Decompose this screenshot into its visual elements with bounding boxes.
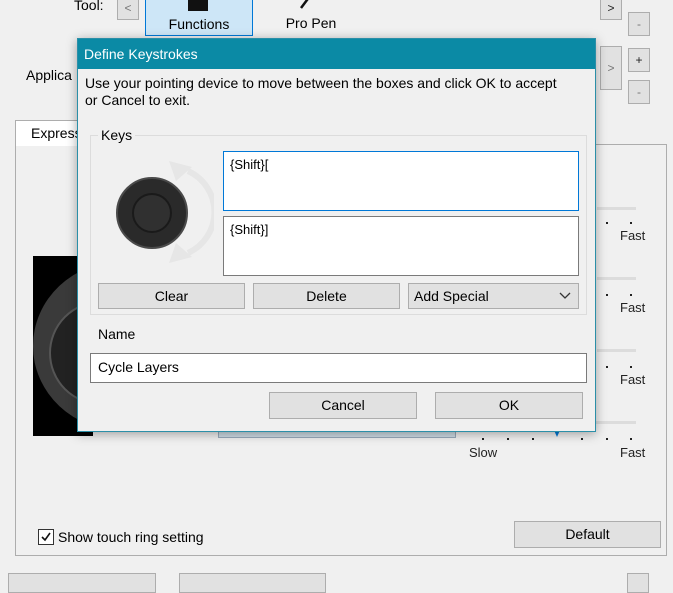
name-input[interactable]: Cycle Layers: [90, 353, 587, 383]
fast-label-3: Fast: [620, 372, 646, 387]
tab-express[interactable]: Express: [15, 120, 85, 146]
show-touch-ring-label: Show touch ring setting: [58, 529, 204, 545]
default-button[interactable]: Default: [514, 521, 661, 548]
tool-functions-label: Functions: [168, 16, 230, 32]
ok-button[interactable]: OK: [435, 392, 583, 419]
bottom-help-button[interactable]: [627, 573, 649, 593]
pen-icon: [300, 0, 309, 9]
delete-button[interactable]: Delete: [253, 283, 400, 309]
bottom-button-2[interactable]: [179, 573, 326, 593]
tool-functions[interactable]: Functions: [145, 0, 253, 36]
tool-pro-pen[interactable]: Pro Pen: [270, 0, 352, 36]
cancel-button[interactable]: Cancel: [269, 392, 417, 419]
counterclockwise-keystroke-box[interactable]: {Shift}]: [223, 216, 579, 276]
define-keystrokes-dialog: Define Keystrokes Use your pointing devi…: [77, 38, 596, 432]
touch-ring-icon: [114, 157, 218, 267]
clockwise-keystroke-box[interactable]: {Shift}[: [223, 151, 579, 211]
tool-pro-pen-label: Pro Pen: [285, 15, 337, 31]
tool-label: Tool:: [74, 0, 104, 13]
add-special-dropdown[interactable]: Add Special: [408, 283, 579, 309]
tool-scroll-left-button[interactable]: <: [117, 0, 139, 20]
application-label: Applica: [26, 67, 72, 83]
fast-label-1: Fast: [620, 228, 646, 243]
name-label: Name: [98, 326, 136, 342]
dialog-instructions: Use your pointing device to move between…: [85, 75, 557, 108]
tool-remove-button[interactable]: -: [628, 12, 650, 36]
keys-group-label: Keys: [98, 127, 136, 143]
speed-slider-2[interactable]: [597, 277, 636, 280]
application-scroll-right-button[interactable]: >: [600, 46, 622, 90]
show-touch-ring-checkbox[interactable]: [38, 529, 54, 545]
speed-slider-1[interactable]: [597, 207, 636, 210]
bottom-button-1[interactable]: [8, 573, 156, 593]
dialog-title: Define Keystrokes: [78, 39, 595, 69]
chevron-down-icon: [559, 292, 571, 299]
fast-label-4: Fast: [620, 445, 646, 460]
checkmark-icon: [41, 532, 51, 542]
slow-label: Slow: [469, 445, 498, 460]
application-add-button[interactable]: +: [628, 48, 650, 72]
tool-scroll-right-button[interactable]: >: [600, 0, 622, 20]
speed-slider-3[interactable]: [597, 349, 636, 352]
clear-button[interactable]: Clear: [98, 283, 245, 309]
functions-icon: [188, 0, 208, 11]
application-remove-button[interactable]: -: [628, 80, 650, 104]
fast-label-2: Fast: [620, 300, 646, 315]
